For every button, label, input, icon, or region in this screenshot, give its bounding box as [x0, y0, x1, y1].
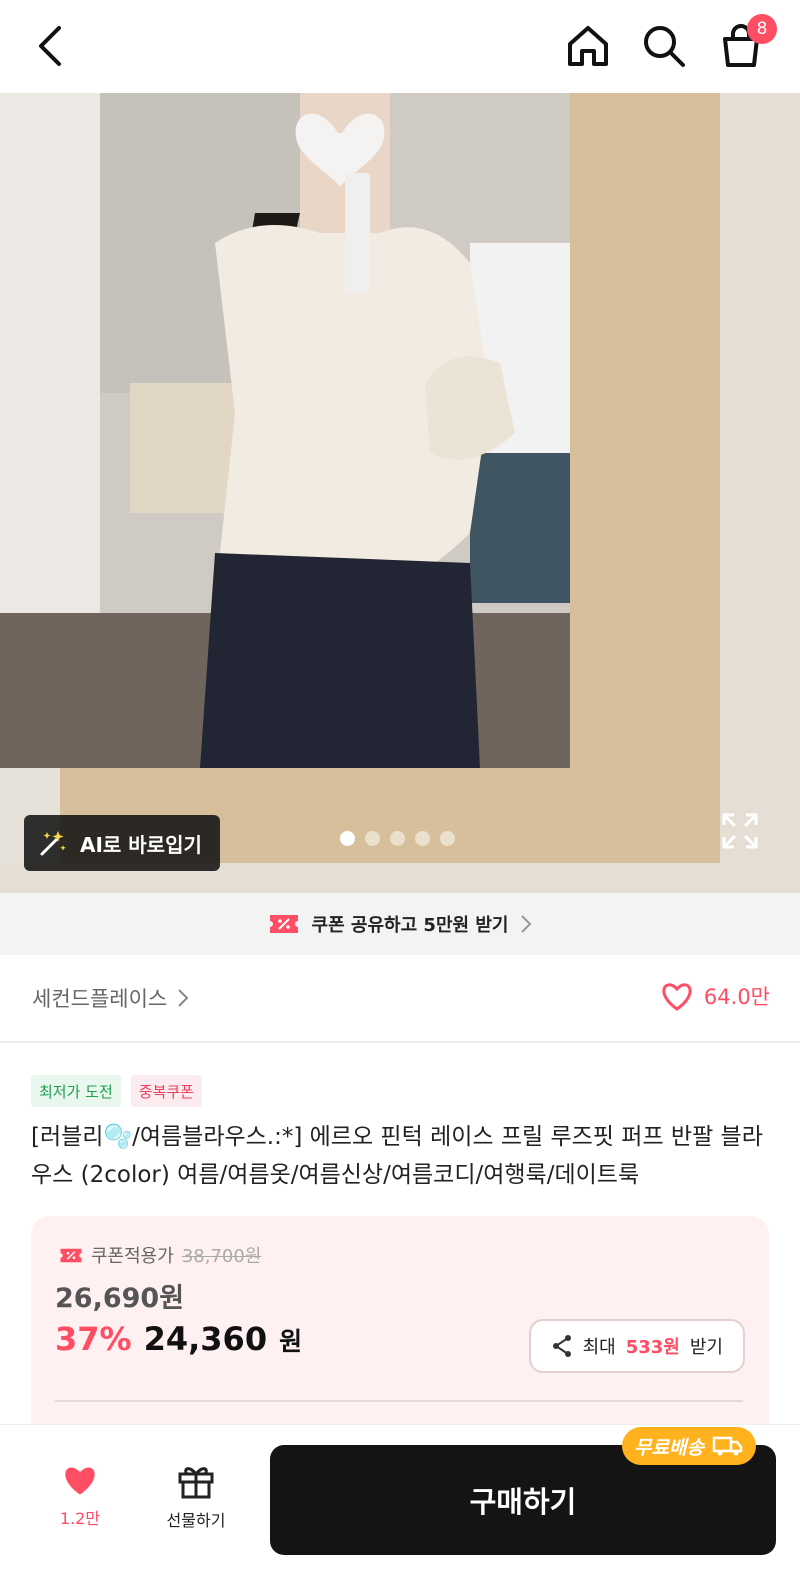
- coupon-price-label: 쿠폰적용가: [91, 1246, 174, 1267]
- store-like-count: 64.0만: [703, 985, 770, 1009]
- gift-label: 선물하기: [166, 1511, 226, 1530]
- carousel-dot[interactable]: [390, 831, 405, 846]
- home-icon: [568, 26, 608, 66]
- coupon-icon: [60, 1248, 82, 1262]
- currency-unit: 원: [279, 1327, 303, 1356]
- original-price: 38,700원: [181, 1246, 262, 1267]
- ai-try-on-button[interactable]: AI로 바로입기: [24, 815, 220, 871]
- expand-icon[interactable]: [720, 811, 760, 851]
- share-amount: 533원: [625, 1337, 680, 1358]
- gift-icon: [178, 1467, 214, 1499]
- ai-try-on-label: AI로 바로입기: [80, 832, 202, 857]
- like-button[interactable]: 1.2만: [30, 1463, 130, 1529]
- store-row: 세컨드플레이스 64.0만: [0, 955, 800, 1043]
- back-button[interactable]: [24, 20, 76, 72]
- cart-count-badge: 8: [747, 14, 777, 44]
- store-like-button[interactable]: 64.0만: [660, 981, 770, 1011]
- coupon-share-banner[interactable]: 쿠폰 공유하고 5만원 받기: [0, 893, 800, 955]
- free-shipping-badge: 무료배송: [622, 1427, 756, 1465]
- final-price: 24,360: [143, 1320, 268, 1358]
- chevron-right-icon: [178, 989, 189, 1007]
- store-name: 세컨드플레이스: [32, 987, 168, 1011]
- heart-outline-icon: [662, 983, 692, 1011]
- search-icon: [644, 26, 685, 67]
- carousel-dot[interactable]: [415, 831, 430, 846]
- tag-stack-coupon: 중복쿠폰: [130, 1075, 202, 1107]
- bottom-action-bar: 1.2만 선물하기 구매하기 무료배송: [0, 1424, 800, 1580]
- share-prefix: 최대: [582, 1337, 616, 1358]
- magic-wand-icon: [40, 831, 66, 856]
- product-photo: [0, 93, 800, 893]
- carousel-dot[interactable]: [340, 831, 355, 846]
- like-count: 1.2만: [59, 1509, 101, 1528]
- sale-price: 26,690원: [55, 1283, 185, 1314]
- chevron-right-icon: [521, 915, 532, 933]
- carousel-dot[interactable]: [440, 831, 455, 846]
- coupon-price-row: 쿠폰적용가 38,700원: [59, 1242, 261, 1268]
- carousel-dot[interactable]: [365, 831, 380, 846]
- divider: [55, 1400, 743, 1402]
- top-nav: 8: [0, 0, 800, 93]
- heart-filled-icon: [65, 1467, 95, 1495]
- tag-lowest-price: 최저가 도전: [31, 1075, 121, 1107]
- share-suffix: 받기: [689, 1337, 723, 1358]
- cart-button[interactable]: 8: [715, 14, 777, 72]
- product-title: [러블리🫧/여름블라우스.:*] 에르오 핀턱 레이스 프릴 루즈핏 퍼프 반팔…: [31, 1124, 763, 1188]
- carousel-indicator: [340, 831, 455, 846]
- search-button[interactable]: [638, 20, 690, 72]
- truck-icon: [712, 1436, 743, 1456]
- gift-button[interactable]: 선물하기: [146, 1463, 246, 1531]
- product-tags: 최저가 도전 중복쿠폰: [31, 1075, 202, 1107]
- home-button[interactable]: [562, 20, 614, 72]
- store-link[interactable]: 세컨드플레이스: [32, 983, 189, 1013]
- buy-label: 구매하기: [469, 1485, 577, 1519]
- discount-percent: 37%: [55, 1320, 132, 1358]
- coupon-share-text: 쿠폰 공유하고 5만원 받기: [311, 915, 509, 936]
- coupon-icon: [269, 915, 298, 933]
- share-icon: [552, 1335, 571, 1357]
- product-image-carousel[interactable]: AI로 바로입기: [0, 93, 800, 893]
- free-shipping-label: 무료배송: [634, 1436, 704, 1459]
- price-section: 쿠폰적용가 38,700원 26,690원 37% 24,360 원 최대 53…: [31, 1216, 769, 1456]
- final-price-row: 37% 24,360 원: [55, 1320, 302, 1358]
- chevron-left-icon: [39, 26, 61, 66]
- share-reward-button[interactable]: 최대 533원 받기: [528, 1319, 745, 1373]
